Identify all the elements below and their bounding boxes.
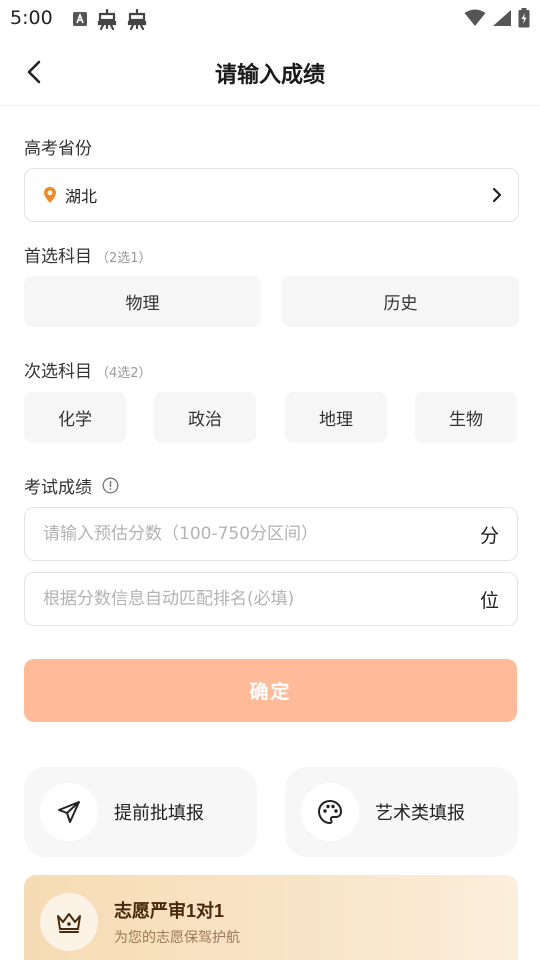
province-label: 高考省份 [24,139,92,159]
secondary-subjects-hint: （4选2） [96,366,152,381]
subject-chip-biology[interactable]: 生物 [415,392,517,443]
palette-icon [317,799,343,825]
notification-a-icon [72,11,88,31]
status-bar: 5:00 [0,0,540,38]
province-value: 湖北 [65,187,98,206]
subject-chip-politics[interactable]: 政治 [154,392,256,443]
info-circle-icon[interactable] [102,477,119,494]
bug-icon [126,8,148,34]
rank-input[interactable] [43,589,472,609]
score-input-box: 分 [24,507,518,561]
chevron-right-icon [492,187,502,203]
page-title: 请输入成绩 [214,63,325,88]
score-input[interactable] [43,524,472,544]
review-promo-banner[interactable]: 志愿严审1对1 为您的志愿保驾护航 [24,875,518,960]
exam-score-section-label: 考试成绩 [24,473,119,498]
score-unit: 分 [479,524,499,547]
navigation-bar: 请输入成绩 [0,38,540,106]
send-arrow-icon [58,801,80,823]
subject-chip-physics[interactable]: 物理 [24,276,261,327]
art-category-card[interactable]: 艺术类填报 [285,767,518,857]
signal-icon [492,9,512,31]
battery-charging-icon [518,8,530,32]
secondary-subjects-section-label: 次选科目 （4选2） [24,357,152,382]
primary-subjects-hint: （2选1） [96,251,152,266]
bug-icon [96,8,118,34]
promo-title: 志愿严审1对1 [114,901,225,922]
promo-subtitle: 为您的志愿保驾护航 [114,930,240,946]
rank-unit: 位 [479,589,499,612]
early-batch-card[interactable]: 提前批填报 [24,767,257,857]
rank-input-box: 位 [24,572,518,626]
art-category-label: 艺术类填报 [375,803,465,824]
exam-score-label: 考试成绩 [24,478,92,498]
crown-icon [57,913,81,933]
confirm-button[interactable]: 确定 [24,659,517,722]
status-time: 5:00 [10,7,53,29]
location-pin-icon [44,187,56,203]
primary-subjects-section-label: 首选科目 （2选1） [24,242,152,267]
province-select[interactable]: 湖北 [24,168,519,222]
province-section-label: 高考省份 [24,134,92,159]
wifi-icon [464,9,486,31]
subject-chip-history[interactable]: 历史 [282,276,519,327]
primary-subjects-label: 首选科目 [24,247,92,267]
early-batch-label: 提前批填报 [114,803,204,824]
subject-chip-chemistry[interactable]: 化学 [24,392,126,443]
secondary-subjects-label: 次选科目 [24,362,92,382]
subject-chip-geography[interactable]: 地理 [285,392,387,443]
